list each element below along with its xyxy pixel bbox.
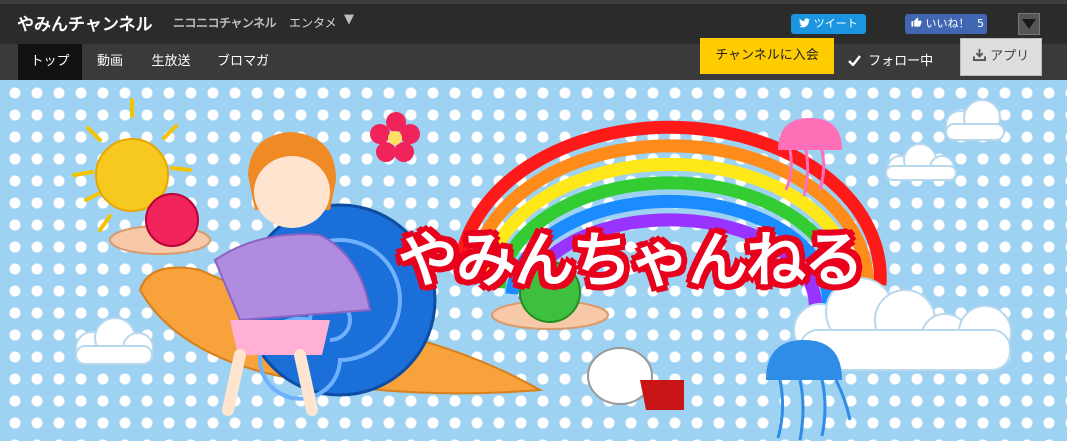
check-icon xyxy=(848,54,865,69)
follow-label: フォロー中 xyxy=(868,54,934,69)
category-dropdown-icon[interactable]: ▼ xyxy=(344,12,354,27)
top-bar: やみんチャンネル ニコニコチャンネル エンタメ ▼ ツイート いいね！ 5 xyxy=(0,0,1067,44)
banner-title: やみんちゃんねる xyxy=(398,226,864,296)
download-icon xyxy=(972,48,990,64)
tab-live[interactable]: 生放送 xyxy=(140,44,202,80)
niconico-channel-logo[interactable]: ニコニコチャンネル xyxy=(173,14,277,31)
tweet-label: ツイート xyxy=(813,17,858,30)
cat-illustration xyxy=(587,347,684,410)
tab-top[interactable]: トップ xyxy=(18,44,82,80)
top-strip xyxy=(0,0,1067,4)
menu-toggle-button[interactable] xyxy=(1018,13,1040,35)
flower-illustration xyxy=(370,112,420,162)
follow-button[interactable]: フォロー中 xyxy=(848,44,933,80)
thumbs-up-icon xyxy=(911,14,922,34)
like-label: いいね！ xyxy=(925,17,970,30)
tab-blomaga[interactable]: ブロマガ xyxy=(206,44,280,80)
category-label[interactable]: エンタメ xyxy=(289,14,337,31)
twitter-bird-icon xyxy=(799,18,811,28)
join-channel-button[interactable]: チャンネルに入会 xyxy=(700,38,834,74)
channel-banner: やみんちゃんねる xyxy=(0,80,1067,441)
tweet-button[interactable]: ツイート xyxy=(791,14,866,34)
like-button[interactable]: いいね！ 5 xyxy=(905,14,987,34)
app-button[interactable]: アプリ xyxy=(960,38,1042,76)
tab-videos[interactable]: 動画 xyxy=(84,44,136,80)
menu-toggle-icon xyxy=(1022,19,1036,29)
like-count: 5 xyxy=(977,17,984,30)
app-label: アプリ xyxy=(990,49,1030,64)
channel-title[interactable]: やみんチャンネル xyxy=(17,10,153,35)
